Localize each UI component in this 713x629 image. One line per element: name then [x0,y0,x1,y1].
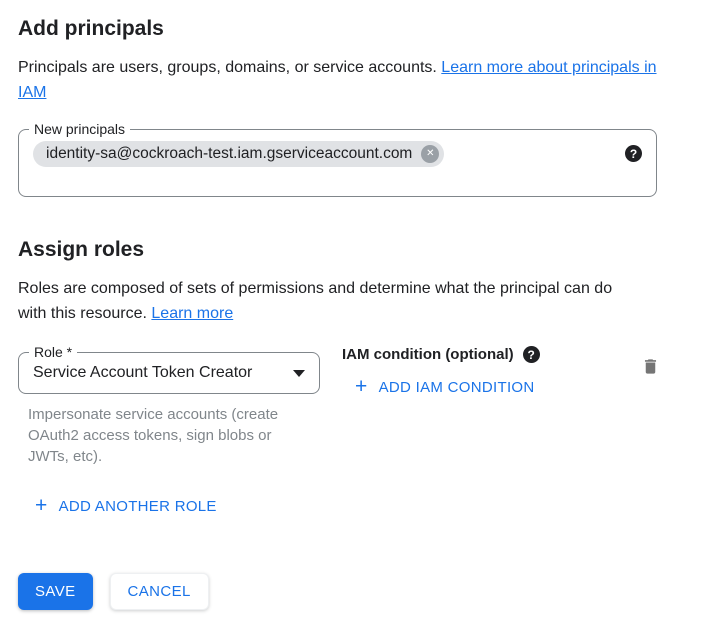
trash-icon [641,356,660,377]
roles-description-text: Roles are composed of sets of permission… [18,280,612,322]
assign-roles-title: Assign roles [18,237,713,262]
role-selected-value: Service Account Token Creator [33,364,252,382]
principal-chip-label: identity-sa@cockroach-test.iam.gservicea… [46,145,412,163]
new-principals-field[interactable]: New principals identity-sa@cockroach-tes… [18,129,657,197]
plus-icon: + [355,376,368,397]
add-another-role-button[interactable]: + ADD ANOTHER ROLE [35,497,217,516]
role-column: Role * Service Account Token Creator Imp… [18,352,320,467]
iam-condition-label: IAM condition (optional) [342,346,514,363]
role-row: Role * Service Account Token Creator Imp… [18,352,713,467]
new-principals-label: New principals [29,121,130,138]
delete-role-button[interactable] [641,356,660,380]
learn-more-roles-link[interactable]: Learn more [151,305,233,322]
add-iam-condition-label: ADD IAM CONDITION [379,379,535,396]
dialog-actions: SAVE CANCEL [18,573,713,610]
save-button[interactable]: SAVE [18,573,93,610]
chip-remove-button[interactable]: ✕ [421,145,439,163]
iam-condition-column: IAM condition (optional) ? + ADD IAM CON… [342,346,540,398]
role-label: Role * [29,344,77,361]
principal-chip: identity-sa@cockroach-test.iam.gservicea… [33,141,444,167]
iam-condition-help-icon[interactable]: ? [523,346,540,363]
plus-icon: + [35,495,48,516]
principals-description-text: Principals are users, groups, domains, o… [18,59,441,76]
cancel-button[interactable]: CANCEL [110,573,209,610]
principals-description: Principals are users, groups, domains, o… [18,55,677,105]
new-principals-help-icon[interactable]: ? [625,145,642,162]
add-another-role-label: ADD ANOTHER ROLE [59,498,217,515]
add-iam-condition-button[interactable]: + ADD IAM CONDITION [355,378,535,397]
page-title: Add principals [18,16,713,41]
close-icon: ✕ [426,149,434,159]
role-helper-text: Impersonate service accounts (create OAu… [28,404,300,467]
chevron-down-icon [293,370,305,377]
role-select[interactable]: Role * Service Account Token Creator [18,352,320,394]
delete-role-column [641,356,660,382]
roles-description: Roles are composed of sets of permission… [18,276,630,326]
